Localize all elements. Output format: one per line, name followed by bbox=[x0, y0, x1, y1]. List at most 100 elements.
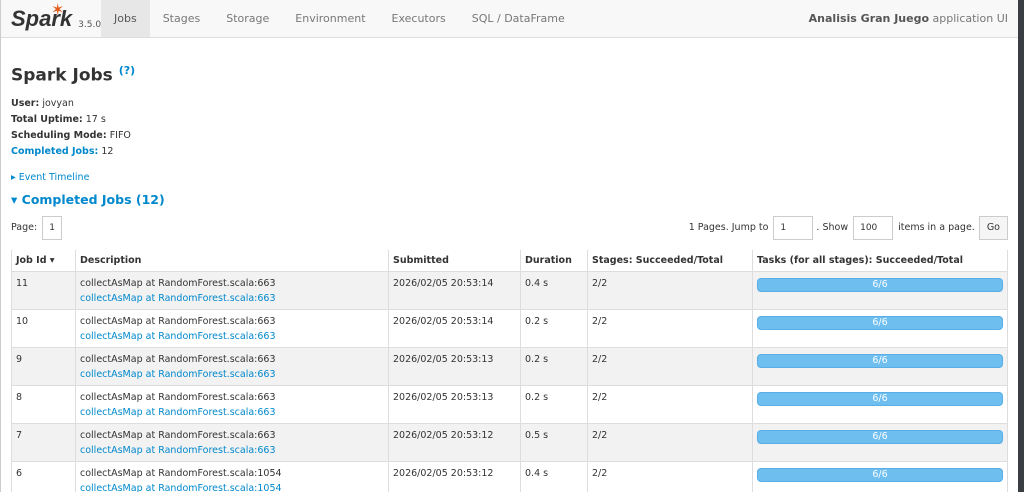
tasks: 6/6 bbox=[752, 309, 1008, 349]
description-link[interactable]: collectAsMap at RandomForest.scala:663 bbox=[80, 445, 275, 456]
tasks-progress-bar: 6/6 bbox=[757, 354, 1003, 369]
app-name-bold: Analisis Gran Juego bbox=[808, 12, 930, 25]
duration: 0.2 s bbox=[520, 347, 588, 387]
user-value: jovyan bbox=[42, 97, 74, 109]
tab-sql[interactable]: SQL / DataFrame bbox=[459, 0, 578, 37]
page-label: Page: bbox=[11, 222, 38, 234]
submitted: 2026/02/05 20:53:14 bbox=[388, 309, 521, 349]
table-row: 6 collectAsMap at RandomForest.scala:105… bbox=[11, 461, 1008, 492]
description-text: collectAsMap at RandomForest.scala:663 bbox=[80, 392, 276, 404]
stages: 2/2 bbox=[587, 347, 753, 387]
event-timeline-toggle[interactable]: ▸ Event Timeline bbox=[11, 172, 1008, 183]
app-suffix: application UI bbox=[932, 12, 1008, 25]
job-id: 6 bbox=[11, 461, 76, 492]
submitted: 2026/02/05 20:53:13 bbox=[388, 347, 521, 387]
table-row: 10 collectAsMap at RandomForest.scala:66… bbox=[11, 309, 1008, 349]
event-timeline-label: Event Timeline bbox=[18, 171, 90, 183]
job-id: 8 bbox=[11, 385, 76, 425]
table-row: 8 collectAsMap at RandomForest.scala:663… bbox=[11, 385, 1008, 425]
jobs-table: Job Id ▾ Description Submitted Duration … bbox=[11, 249, 1008, 492]
description-text: collectAsMap at RandomForest.scala:663 bbox=[80, 278, 276, 290]
description-link[interactable]: collectAsMap at RandomForest.scala:663 bbox=[80, 293, 275, 304]
tab-executors[interactable]: Executors bbox=[379, 0, 459, 37]
go-button[interactable]: Go bbox=[978, 215, 1008, 240]
tasks-progress-bar: 6/6 bbox=[757, 392, 1003, 407]
description: collectAsMap at RandomForest.scala:663 co… bbox=[75, 385, 389, 425]
tasks-progress-bar: 6/6 bbox=[757, 278, 1003, 293]
window-edge bbox=[1018, 0, 1024, 492]
description: collectAsMap at RandomForest.scala:663 co… bbox=[75, 347, 389, 387]
description-text: collectAsMap at RandomForest.scala:663 bbox=[80, 354, 276, 366]
duration: 0.5 s bbox=[520, 423, 588, 463]
help-link[interactable]: (?) bbox=[119, 64, 135, 77]
version: 3.5.0 bbox=[78, 20, 102, 30]
description-link[interactable]: collectAsMap at RandomForest.scala:663 bbox=[80, 331, 275, 342]
tab-stages[interactable]: Stages bbox=[150, 0, 214, 37]
title-text: Spark Jobs bbox=[11, 65, 113, 86]
stages: 2/2 bbox=[587, 385, 753, 425]
completed-jobs-link[interactable]: Completed Jobs: bbox=[11, 146, 98, 157]
tasks: 6/6 bbox=[752, 347, 1008, 387]
page-title: Spark Jobs (?) bbox=[11, 64, 1008, 86]
spark-ui: ✶ Spark 3.5.0 Jobs Stages Storage Enviro… bbox=[0, 0, 1018, 492]
duration: 0.2 s bbox=[520, 309, 588, 349]
items-text: items in a page. bbox=[898, 222, 975, 234]
description-link[interactable]: collectAsMap at RandomForest.scala:663 bbox=[80, 369, 275, 380]
pages-text: 1 Pages. Jump to bbox=[688, 222, 769, 234]
completed-value: 12 bbox=[101, 145, 114, 157]
pager: Page: 1 1 Pages. Jump to 1 . Show 100 it… bbox=[11, 215, 1008, 241]
col-job-id[interactable]: Job Id ▾ bbox=[11, 249, 76, 273]
uptime-label: Total Uptime: bbox=[11, 113, 83, 125]
tasks: 6/6 bbox=[752, 385, 1008, 425]
tab-jobs[interactable]: Jobs bbox=[101, 0, 150, 37]
jump-input[interactable]: 1 bbox=[773, 215, 814, 240]
table-row: 9 collectAsMap at RandomForest.scala:663… bbox=[11, 347, 1008, 387]
tab-storage[interactable]: Storage bbox=[213, 0, 282, 37]
page-link[interactable]: 1 bbox=[42, 215, 62, 240]
spark-logo[interactable]: ✶ Spark 3.5.0 bbox=[1, 0, 101, 37]
description: collectAsMap at RandomForest.scala:663 co… bbox=[75, 423, 389, 463]
description-link[interactable]: collectAsMap at RandomForest.scala:663 bbox=[80, 407, 275, 418]
description-text: collectAsMap at RandomForest.scala:1054 bbox=[80, 468, 282, 480]
table-row: 11 collectAsMap at RandomForest.scala:66… bbox=[11, 271, 1008, 311]
submitted: 2026/02/05 20:53:13 bbox=[388, 385, 521, 425]
submitted: 2026/02/05 20:53:12 bbox=[388, 461, 521, 492]
job-id: 11 bbox=[11, 271, 76, 311]
sched-value: FIFO bbox=[109, 129, 131, 141]
submitted: 2026/02/05 20:53:14 bbox=[388, 271, 521, 311]
description: collectAsMap at RandomForest.scala:663 co… bbox=[75, 309, 389, 349]
summary: User: jovyan Total Uptime: 17 s Scheduli… bbox=[11, 96, 1008, 160]
col-description[interactable]: Description bbox=[75, 249, 389, 273]
submitted: 2026/02/05 20:53:12 bbox=[388, 423, 521, 463]
col-submitted[interactable]: Submitted bbox=[388, 249, 521, 273]
completed-jobs-toggle[interactable]: ▾ Completed Jobs (12) bbox=[11, 192, 1008, 207]
tasks: 6/6 bbox=[752, 271, 1008, 311]
col-stages[interactable]: Stages: Succeeded/Total bbox=[587, 249, 753, 273]
tasks-progress-bar: 6/6 bbox=[757, 468, 1003, 483]
col-duration[interactable]: Duration bbox=[520, 249, 588, 273]
table-row: 7 collectAsMap at RandomForest.scala:663… bbox=[11, 423, 1008, 463]
col-tasks[interactable]: Tasks (for all stages): Succeeded/Total bbox=[752, 249, 1008, 273]
duration: 0.4 s bbox=[520, 461, 588, 492]
tab-environment[interactable]: Environment bbox=[282, 0, 378, 37]
description-text: collectAsMap at RandomForest.scala:663 bbox=[80, 430, 276, 442]
tasks-progress-bar: 6/6 bbox=[757, 430, 1003, 445]
sched-label: Scheduling Mode: bbox=[11, 129, 107, 141]
duration: 0.4 s bbox=[520, 271, 588, 311]
completed-header: Completed Jobs (12) bbox=[21, 191, 165, 207]
description-text: collectAsMap at RandomForest.scala:663 bbox=[80, 316, 276, 328]
uptime-value: 17 s bbox=[85, 113, 106, 125]
duration: 0.2 s bbox=[520, 385, 588, 425]
page-size-input[interactable]: 100 bbox=[853, 215, 894, 240]
tasks: 6/6 bbox=[752, 423, 1008, 463]
navbar: ✶ Spark 3.5.0 Jobs Stages Storage Enviro… bbox=[1, 0, 1018, 38]
stages: 2/2 bbox=[587, 423, 753, 463]
completed-label: Completed Jobs: bbox=[11, 145, 99, 157]
description-link[interactable]: collectAsMap at RandomForest.scala:1054 bbox=[80, 483, 282, 492]
tasks: 6/6 bbox=[752, 461, 1008, 492]
job-id: 7 bbox=[11, 423, 76, 463]
user-label: User: bbox=[11, 97, 40, 109]
tasks-progress-bar: 6/6 bbox=[757, 316, 1003, 331]
stages: 2/2 bbox=[587, 309, 753, 349]
star-icon: ✶ bbox=[51, 0, 65, 19]
